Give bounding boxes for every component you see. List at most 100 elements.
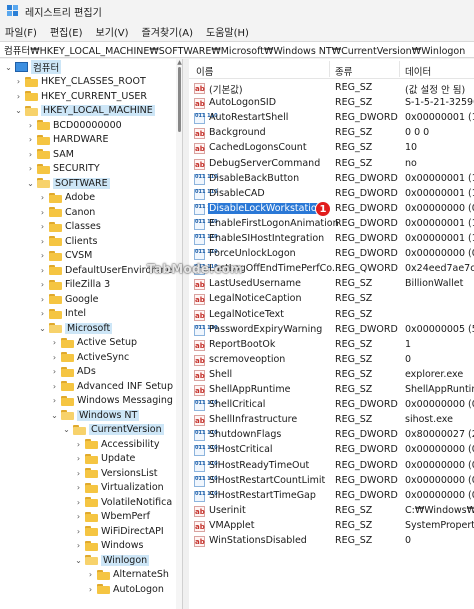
tree-item[interactable]: › HKEY_CLASSES_ROOT (14, 75, 146, 90)
chevron-right-icon[interactable]: › (74, 541, 83, 550)
menu-edit[interactable]: 편집(E) (50, 24, 83, 39)
chevron-right-icon[interactable]: › (26, 150, 35, 159)
tree-item[interactable]: › Virtualization (74, 481, 164, 496)
tree-item[interactable]: › Canon (38, 205, 95, 220)
chevron-right-icon[interactable]: › (50, 367, 59, 376)
tree-item[interactable]: › VolatileNotifica (74, 495, 172, 510)
value-row[interactable]: 011 110 PasswordExpiryWarning REG_DWORD 0x0… (189, 323, 474, 338)
tree-item[interactable]: › WiFiDirectAPI (74, 524, 164, 539)
chevron-right-icon[interactable]: › (38, 193, 47, 202)
column-header-data[interactable]: 데이터 (405, 64, 431, 78)
value-row[interactable]: ab AutoLogonSID REG_SZ S-1-5-21-32590 (189, 96, 474, 111)
value-row[interactable]: ab DebugServerCommand REG_SZ no (189, 157, 474, 172)
value-row[interactable]: ab Shell REG_SZ explorer.exe (189, 368, 474, 383)
chevron-right-icon[interactable]: › (86, 570, 95, 579)
chevron-right-icon[interactable]: › (74, 527, 83, 536)
tree-item[interactable]: › ActiveSync (50, 350, 129, 365)
chevron-right-icon[interactable]: › (38, 266, 47, 275)
tree-item[interactable]: › Classes (38, 220, 101, 235)
value-row[interactable]: ab LegalNoticeCaption REG_SZ (189, 292, 474, 307)
tree-item[interactable]: › SAM (26, 147, 74, 162)
tree-item[interactable]: › SECURITY (26, 162, 100, 177)
chevron-right-icon[interactable]: › (74, 498, 83, 507)
column-header-name[interactable]: 이름 (196, 64, 213, 78)
tree-item[interactable]: › Windows (74, 539, 144, 554)
tree-item[interactable]: ⌄ Winlogon (74, 553, 150, 568)
value-row[interactable]: 011 110 SiHostCritical REG_DWORD 0x00000000… (189, 443, 474, 458)
tree-item[interactable]: ⌄ HKEY_LOCAL_MACHINE (14, 104, 155, 119)
chevron-right-icon[interactable]: › (50, 396, 59, 405)
menu-file[interactable]: 파일(F) (5, 24, 37, 39)
tree-item[interactable]: › FileZilla 3 (38, 278, 110, 293)
chevron-right-icon[interactable]: › (50, 382, 59, 391)
chevron-right-icon[interactable]: › (38, 237, 47, 246)
value-row[interactable]: 011 110 SiHostRestartTimeGap REG_DWORD 0x00… (189, 489, 474, 504)
tree-item[interactable]: › WbemPerf (74, 510, 150, 525)
chevron-right-icon[interactable]: › (74, 469, 83, 478)
chevron-right-icon[interactable]: › (74, 440, 83, 449)
chevron-right-icon[interactable]: › (74, 454, 83, 463)
chevron-down-icon[interactable]: ⌄ (38, 324, 47, 333)
chevron-right-icon[interactable]: › (38, 280, 47, 289)
chevron-right-icon[interactable]: › (74, 483, 83, 492)
value-row[interactable]: ab (기본값) REG_SZ (값 설정 안 됨) (189, 81, 474, 96)
value-row[interactable]: 011 110 SiHostReadyTimeOut REG_DWORD 0x0000… (189, 459, 474, 474)
value-row[interactable]: 011 110 DisableCAD REG_DWORD 0x00000001 (1) (189, 187, 474, 202)
value-row[interactable]: ab LastUsedUsername REG_SZ BillionWallet (189, 277, 474, 292)
column-divider[interactable] (399, 61, 400, 77)
chevron-right-icon[interactable]: › (14, 77, 23, 86)
tree-item[interactable]: › Google (38, 292, 99, 307)
value-row[interactable]: 011 110 EnableSIHostIntegration REG_DWORD 0… (189, 232, 474, 247)
tree-item[interactable]: › Clients (38, 234, 98, 249)
tree-item[interactable]: › VersionsList (74, 466, 158, 481)
value-row[interactable]: 011 110 ForceUnlockLogon REG_DWORD 0x000000… (189, 247, 474, 262)
tree-item[interactable]: ⌄ SOFTWARE (26, 176, 110, 191)
tree-item[interactable]: ⌄ CurrentVersion (62, 423, 164, 438)
column-divider[interactable] (329, 61, 330, 77)
tree-item[interactable]: › Intel (38, 307, 86, 322)
scrollbar-thumb[interactable] (178, 67, 181, 132)
tree-item[interactable]: › HKEY_CURRENT_USER (14, 89, 147, 104)
address-bar[interactable]: 컴퓨터₩HKEY_LOCAL_MACHINE₩SOFTWARE₩Microsof… (0, 41, 474, 58)
tree-scrollbar[interactable]: ▲ (176, 59, 182, 609)
value-row[interactable]: ab Userinit REG_SZ C:₩Windows₩sy (189, 504, 474, 519)
tree-item[interactable]: › HARDWARE (26, 133, 109, 148)
tree-item[interactable]: › Adobe (38, 191, 95, 206)
chevron-right-icon[interactable]: › (86, 585, 95, 594)
tree-item[interactable]: › Windows Messaging (50, 394, 173, 409)
tree-item[interactable]: ⌄ Microsoft (38, 321, 113, 336)
value-row[interactable]: ab ShellInfrastructure REG_SZ sihost.exe (189, 413, 474, 428)
chevron-right-icon[interactable]: › (26, 121, 35, 130)
tree-item[interactable]: › ADs (50, 365, 96, 380)
chevron-right-icon[interactable]: › (26, 164, 35, 173)
value-row[interactable]: ab CachedLogonsCount REG_SZ 10 (189, 141, 474, 156)
tree-item[interactable]: › AutoLogon (86, 582, 164, 597)
column-header-type[interactable]: 종류 (335, 64, 352, 78)
scroll-up-icon[interactable]: ▲ (176, 59, 182, 66)
value-row[interactable]: 011 110 EnableFirstLogonAnimation REG_DWOR… (189, 217, 474, 232)
tree-item[interactable]: ⌄ Windows NT (50, 408, 140, 423)
chevron-right-icon[interactable]: › (38, 295, 47, 304)
tree-item[interactable]: › AlternateSh (86, 568, 169, 583)
menu-favorites[interactable]: 즐겨찾기(A) (142, 24, 193, 39)
chevron-down-icon[interactable]: ⌄ (14, 106, 23, 115)
tree-item[interactable]: › CVSM (38, 249, 92, 264)
chevron-right-icon[interactable]: › (38, 251, 47, 260)
chevron-right-icon[interactable]: › (26, 135, 35, 144)
tree-item[interactable]: › BCD00000000 (26, 118, 122, 133)
tree-item[interactable]: › Advanced INF Setup (50, 379, 173, 394)
value-row[interactable]: ab WinStationsDisabled REG_SZ 0 (189, 534, 474, 549)
chevron-right-icon[interactable]: › (38, 309, 47, 318)
value-row[interactable]: ab ShellAppRuntime REG_SZ ShellAppRuntim (189, 383, 474, 398)
tree-item[interactable]: › Update (74, 452, 136, 467)
value-row[interactable]: 011 110 SiHostRestartCountLimit REG_DWORD 0… (189, 474, 474, 489)
chevron-right-icon[interactable]: › (38, 222, 47, 231)
chevron-down-icon[interactable]: ⌄ (62, 425, 71, 434)
tree-item[interactable]: › Accessibility (74, 437, 160, 452)
value-row[interactable]: 011 110 ShutdownFlags REG_DWORD 0x80000027 … (189, 428, 474, 443)
value-row[interactable]: 011 110 AutoRestartShell REG_DWORD 0x000000… (189, 111, 474, 126)
value-row[interactable]: ab VMApplet REG_SZ SystemPropertie (189, 519, 474, 534)
tree-item[interactable]: › Active Setup (50, 336, 137, 351)
chevron-right-icon[interactable]: › (74, 512, 83, 521)
menu-help[interactable]: 도움말(H) (206, 24, 249, 39)
